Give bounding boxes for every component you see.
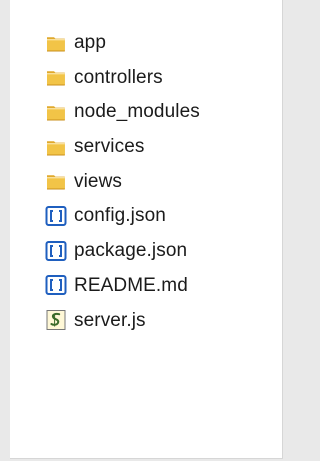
- file-item-label: README.md: [74, 274, 188, 296]
- folder-icon: [44, 100, 68, 124]
- json-file-icon: [44, 273, 68, 297]
- js-script-icon: [44, 308, 68, 332]
- file-item-package-json[interactable]: package.json: [44, 234, 274, 267]
- folder-icon: [44, 31, 68, 55]
- file-item-app[interactable]: app: [44, 26, 274, 59]
- file-item-node-modules[interactable]: node_modules: [44, 95, 274, 128]
- folder-icon: [44, 65, 68, 89]
- file-item-label: app: [74, 32, 107, 53]
- file-item-label: controllers: [74, 66, 163, 88]
- file-item-label: services: [74, 136, 145, 158]
- file-item-server-js[interactable]: server.js: [44, 304, 274, 337]
- file-list: app controllers node_modules services vi…: [44, 26, 274, 338]
- file-item-label: node_modules: [74, 101, 200, 123]
- file-item-label: server.js: [74, 309, 146, 331]
- folder-icon: [44, 135, 68, 159]
- file-item-label: config.json: [74, 205, 166, 227]
- file-item-controllers[interactable]: controllers: [44, 61, 274, 94]
- json-file-icon: [44, 204, 68, 228]
- file-item-label: views: [74, 170, 123, 192]
- file-item-label: package.json: [74, 240, 188, 262]
- file-list-panel: app controllers node_modules services vi…: [10, 0, 283, 459]
- file-item-services[interactable]: services: [44, 130, 274, 163]
- folder-icon: [44, 169, 68, 193]
- file-item-views[interactable]: views: [44, 165, 274, 198]
- file-item-readme-md[interactable]: README.md: [44, 269, 274, 302]
- file-item-config-json[interactable]: config.json: [44, 199, 274, 232]
- json-file-icon: [44, 239, 68, 263]
